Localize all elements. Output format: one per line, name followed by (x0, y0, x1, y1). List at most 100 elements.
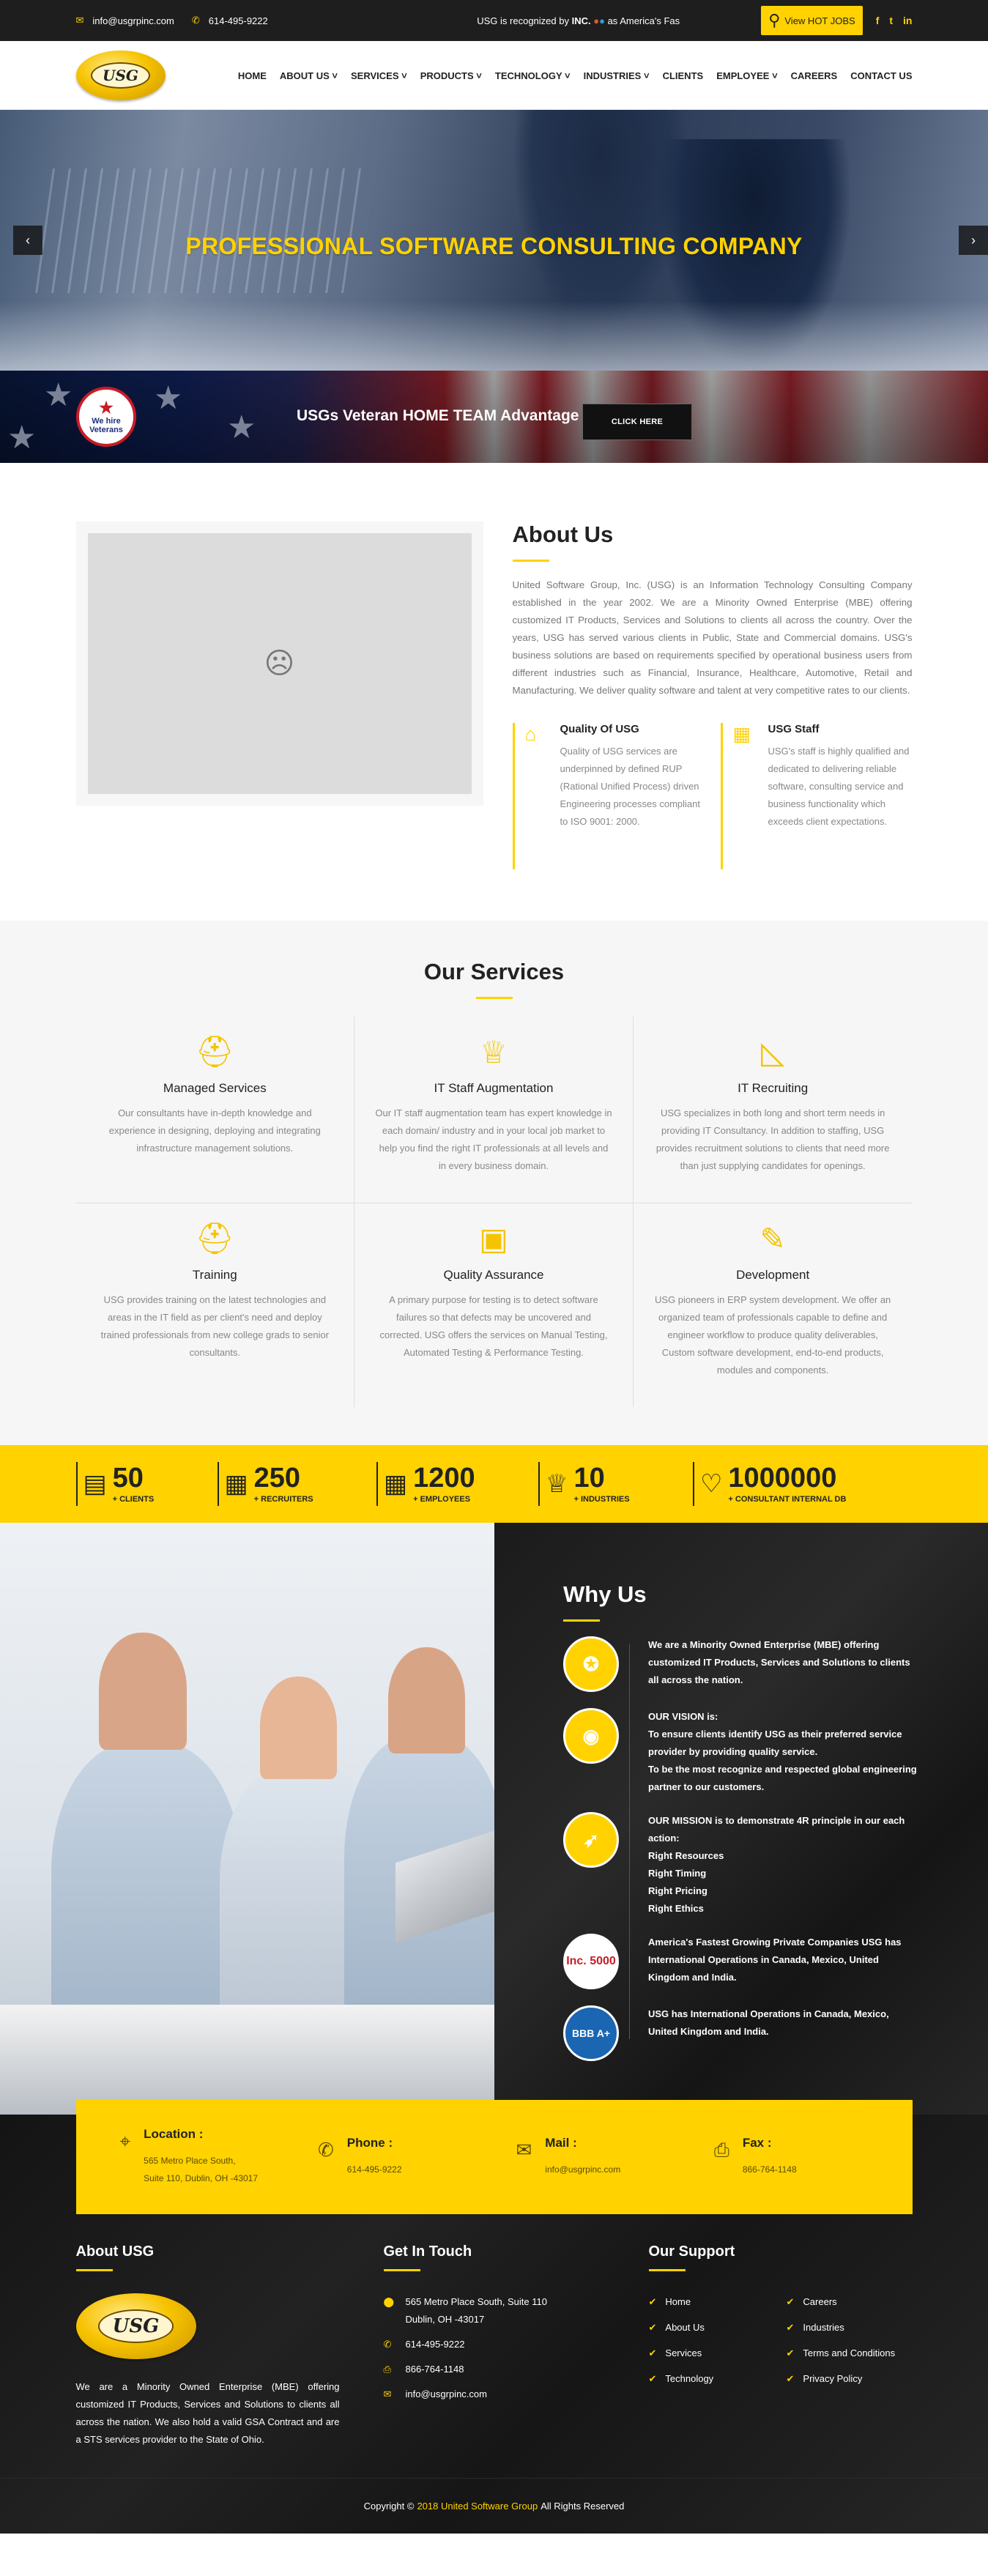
chevron-down-icon: ˅ (643, 70, 650, 81)
nav-about[interactable]: ABOUT US ˅ (280, 70, 338, 81)
footer-logo[interactable]: USG (75, 2293, 196, 2359)
contact-text[interactable]: 614-495-9222 (347, 2161, 402, 2178)
phone-icon: ✆ (191, 15, 200, 26)
support-link[interactable]: ✔ Home (649, 2293, 787, 2311)
home-icon: ⌂ (524, 723, 537, 745)
contact-title: Location : (144, 2127, 204, 2141)
counter-recruiters: ▦ 250 + RECRUITERS (217, 1462, 313, 1506)
chevron-down-icon: ˅ (476, 70, 482, 81)
footer-touch: Get In Touch ⬤ 565 Metro Place South, Sui… (383, 2243, 649, 2449)
counter-number: 1000000 (728, 1463, 837, 1493)
copyright-link[interactable]: 2018 United Software Group (417, 2501, 538, 2512)
top-email-link[interactable]: info@usgrpinc.com (92, 15, 174, 26)
nav-contact[interactable]: CONTACT US (850, 70, 912, 81)
why-text: America's Fastest Growing Private Compan… (648, 1937, 902, 1983)
footer-email-text: info@usgrpinc.com (405, 2388, 487, 2399)
trophy-icon: ♕ (480, 1035, 508, 1069)
nav-clients[interactable]: CLIENTS (663, 70, 704, 81)
hot-jobs-button[interactable]: ⚲ View HOT JOBS (761, 6, 863, 35)
staff-card: ▦ USG Staff USG's staff is highly qualif… (720, 723, 913, 869)
top-phone-link[interactable]: 614-495-9222 (209, 15, 268, 26)
eye-icon: ◉ (563, 1708, 619, 1764)
edit-icon: ✎ (759, 1222, 786, 1256)
support-label: Careers (803, 2296, 837, 2307)
hero-desk (0, 301, 988, 371)
service-text: USG specializes in both long and short t… (655, 1107, 890, 1171)
support-link[interactable]: ✔ Privacy Policy (787, 2370, 896, 2388)
worker-icon: ⛑ (195, 1034, 234, 1069)
twitter-icon[interactable]: t (889, 15, 893, 26)
why-text: OUR MISSION is to demonstrate 4R princip… (648, 1815, 905, 1914)
nav-technology[interactable]: TECHNOLOGY ˅ (495, 70, 571, 81)
veteran-click-here-button[interactable]: CLICK HERE (582, 404, 692, 440)
nav-technology-label: TECHNOLOGY (494, 70, 562, 81)
contact-location: ⌖ Location : 565 Metro Place South, Suite… (120, 2127, 319, 2187)
footer-email[interactable]: ✉ info@usgrpinc.com (384, 2386, 649, 2403)
fax-icon: ⎙ (714, 2139, 729, 2161)
nav-industries-label: INDUSTRIES (583, 70, 642, 81)
hero-slider: PROFESSIONAL SOFTWARE CONSULTING COMPANY… (0, 110, 988, 371)
about-section: ☹ About Us United Software Group, Inc. (… (0, 463, 988, 921)
check-icon: ✔ (648, 2347, 657, 2358)
counter-clients: ▤ 50 + CLIENTS (75, 1462, 154, 1506)
contact-text[interactable]: info@usgrpinc.com (545, 2161, 620, 2178)
nav-employee[interactable]: EMPLOYEE ˅ (716, 70, 777, 81)
star-icon: ★ (7, 420, 37, 456)
marquee-text-end: as America's Fas (607, 15, 680, 26)
usg-logo[interactable]: USG (75, 51, 166, 100)
why-us-section: Why Us ✪ We are a Minority Owned Enterpr… (0, 1523, 988, 2115)
nav-industries[interactable]: INDUSTRIES ˅ (584, 70, 650, 81)
trophy-icon: ♕ (546, 1470, 568, 1498)
broken-image-icon: ☹ (87, 533, 472, 794)
heart-icon: ♡ (699, 1470, 723, 1498)
footer-address: ⬤ 565 Metro Place South, Suite 110 Dublin… (384, 2293, 649, 2328)
support-link[interactable]: ✔ Terms and Conditions (787, 2345, 896, 2362)
service-title: Quality Assurance (443, 1268, 544, 1282)
menu: HOME ABOUT US ˅ SERVICES ˅ PRODUCTS ˅ TE… (238, 70, 913, 81)
nav-products-label: PRODUCTS (420, 70, 474, 81)
social-links: f t in (876, 15, 913, 26)
support-label: Services (665, 2347, 702, 2358)
counter-industries: ♕ 10 + INDUSTRIES (538, 1462, 630, 1506)
check-icon: ✔ (648, 2322, 657, 2333)
support-link[interactable]: ✔ Technology (649, 2370, 787, 2388)
fax-icon: ⎙ (383, 2364, 391, 2375)
nav-home[interactable]: HOME (238, 70, 267, 81)
support-link[interactable]: ✔ About Us (649, 2319, 787, 2336)
trainer-icon: ⛑ (195, 1221, 234, 1255)
chevron-down-icon: ˅ (565, 70, 571, 81)
veterans-badge: ★ We hire Veterans (76, 387, 136, 447)
presentation-icon: ▣ (479, 1222, 508, 1256)
contact-title: Phone : (346, 2136, 393, 2150)
footer-fax: ⎙ 866-764-1148 (384, 2361, 649, 2378)
counter-number: 1200 (413, 1463, 475, 1493)
service-title: IT Recruiting (738, 1081, 809, 1095)
nav-services[interactable]: SERVICES ˅ (351, 70, 407, 81)
facebook-icon[interactable]: f (876, 15, 880, 26)
nav-products[interactable]: PRODUCTS ˅ (420, 70, 482, 81)
slider-prev-button[interactable]: ‹ (13, 226, 42, 255)
about-image-frame: ☹ (75, 521, 483, 806)
mail-icon: ✉ (516, 2139, 532, 2161)
service-title: Training (192, 1268, 237, 1282)
why-text: USG has International Operations in Cana… (648, 2008, 889, 2037)
badge-text: We hire (92, 417, 121, 426)
about-body: United Software Group, Inc. (USG) is an … (512, 579, 913, 696)
footer-phone[interactable]: ✆ 614-495-9222 (384, 2336, 649, 2353)
support-link[interactable]: ✔ Services (649, 2345, 787, 2362)
badge-icon: ✪ (563, 1636, 619, 1692)
nav-careers[interactable]: CAREERS (791, 70, 838, 81)
staff-icon: ▦ (732, 723, 751, 745)
footer-address-text: 565 Metro Place South, Suite 110 Dublin,… (405, 2296, 547, 2325)
quality-title: Quality Of USG (560, 723, 639, 735)
contact-text: 866-764-1148 (742, 2164, 797, 2175)
counter-number: 50 (112, 1463, 144, 1493)
support-link[interactable]: ✔ Careers (787, 2293, 896, 2311)
staff-text: USG's staff is highly qualified and dedi… (768, 746, 910, 827)
chart-icon: ▤ (83, 1470, 107, 1498)
slider-next-button[interactable]: › (959, 226, 988, 255)
counter-number: 10 (573, 1463, 605, 1493)
linkedin-icon[interactable]: in (903, 15, 912, 26)
support-link[interactable]: ✔ Industries (787, 2319, 896, 2336)
service-text: Our IT staff augmentation team has exper… (375, 1107, 612, 1171)
